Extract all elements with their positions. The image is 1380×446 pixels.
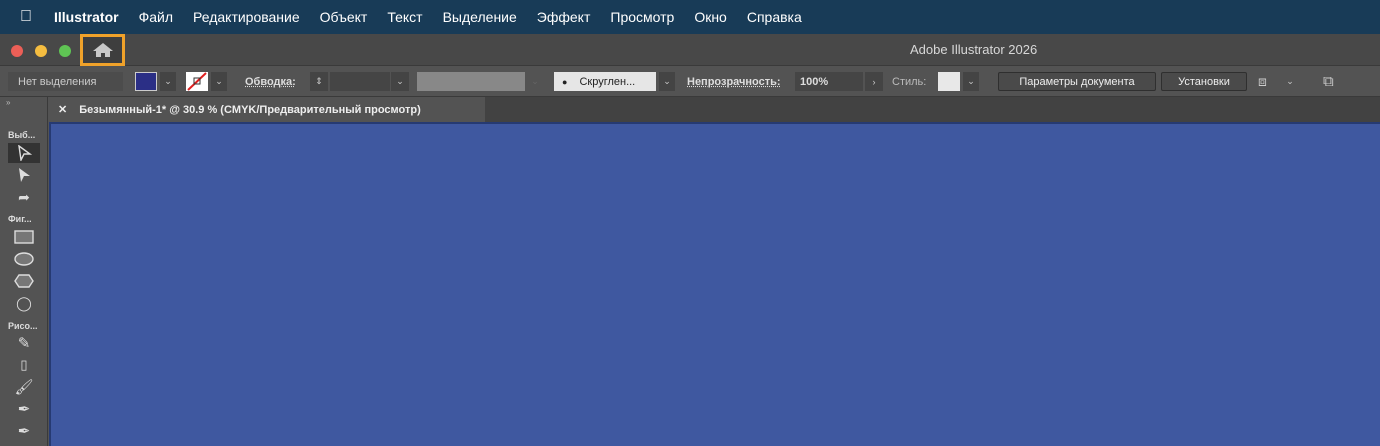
artboard-canvas[interactable] [49,122,1380,446]
style-dropdown[interactable]: ⌄ [963,72,979,91]
variable-width-profile[interactable] [417,72,525,91]
control-bar: Нет выделения ⌄ ⌄ Обводка: ⇕ ⌄ ⌄ ● Скругл… [0,66,1380,97]
brush-dot-icon: ● [562,76,568,87]
opacity-input[interactable]: 100% [795,72,863,91]
profile-dropdown[interactable]: ⌄ [527,72,543,91]
tool-group-select: Выб... [8,130,36,140]
fill-swatch[interactable] [135,72,157,91]
selection-status: Нет выделения [8,72,123,91]
menu-window[interactable]: Окно [694,9,727,25]
curvature-pen-tool-icon[interactable]: ✒ [8,399,40,419]
export-icon[interactable]: ⧉ [1323,72,1334,91]
brush-dropdown[interactable]: ⌄ [659,72,675,91]
stroke-stepper[interactable]: ⇕ [310,72,328,91]
home-button[interactable] [80,34,125,66]
brush-select[interactable]: ● Скруглен... [554,72,656,91]
menu-app[interactable]: Illustrator [54,9,119,25]
polygon-tool-icon[interactable] [8,271,40,291]
brush-label: Скруглен... [579,75,636,88]
zoom-button[interactable] [59,45,71,57]
menu-effect[interactable]: Эффект [537,9,591,25]
style-label: Стиль: [892,75,927,88]
fill-dropdown[interactable]: ⌄ [160,72,176,91]
menu-help[interactable]: Справка [747,9,802,25]
align-selection-icon[interactable]: ⧈ [1258,72,1267,91]
title-bar: Adobe Illustrator 2026 [0,34,1380,66]
lasso-tool-icon[interactable]: ➦ [8,187,40,207]
pen-tool-icon[interactable]: ✒ [8,421,40,441]
stroke-swatch[interactable] [186,72,208,91]
preferences-button[interactable]: Установки [1161,72,1247,91]
rectangle-tool-icon[interactable] [8,227,40,247]
close-tab-icon[interactable]: ✕ [58,103,67,116]
window-title: Adobe Illustrator 2026 [910,42,1038,57]
minimize-button[interactable] [35,45,47,57]
menu-file[interactable]: Файл [139,9,173,25]
menu-select[interactable]: Выделение [443,9,517,25]
menu-object[interactable]: Объект [320,9,368,25]
stroke-weight-dropdown[interactable]: ⌄ [391,72,409,91]
home-icon [92,43,113,57]
document-tab-title: Безымянный-1* @ 30.9 % (CMYK/Предварител… [79,103,421,116]
apple-icon[interactable]:  [20,8,32,26]
document-setup-button[interactable]: Параметры документа [998,72,1156,91]
direct-selection-tool-icon[interactable] [8,165,40,185]
document-tab[interactable]: ✕ Безымянный-1* @ 30.9 % (CMYK/Предварит… [48,97,485,122]
selection-tool-icon[interactable] [8,143,40,163]
align-dropdown[interactable]: ⌄ [1282,72,1298,91]
pencil-tool-icon[interactable]: ✎ [8,333,40,353]
no-stroke-icon [187,72,207,91]
style-swatch[interactable] [938,72,960,91]
opacity-label[interactable]: Непрозрачность: [687,72,781,91]
ellipse-tool-icon[interactable] [8,249,40,269]
tool-group-shapes: Фиг... [8,214,32,224]
menu-type[interactable]: Текст [387,9,422,25]
document-tab-bar: ✕ Безымянный-1* @ 30.9 % (CMYK/Предварит… [48,97,1380,122]
brush-tool-icon[interactable]: 🖌 [8,377,40,397]
menu-bar:  Illustrator Файл Редактирование Объект… [0,0,1380,34]
menu-view[interactable]: Просмотр [610,9,674,25]
stroke-label[interactable]: Обводка: [245,72,296,91]
close-button[interactable] [11,45,23,57]
eraser-tool-icon[interactable]: ▯ [8,355,40,375]
menu-edit[interactable]: Редактирование [193,9,300,25]
shaper-tool-icon[interactable]: ◯ [8,293,40,313]
stroke-weight-input[interactable] [330,72,390,91]
collapse-panel-icon[interactable]: » [6,98,10,107]
opacity-expand[interactable]: › [865,72,883,91]
tool-group-draw: Рисо... [8,321,38,331]
stroke-dropdown[interactable]: ⌄ [211,72,227,91]
toolbar-panel: » Выб... ➦ Фиг... ◯ Рисо... ✎ ▯ 🖌 ✒ ✒ [0,97,48,446]
